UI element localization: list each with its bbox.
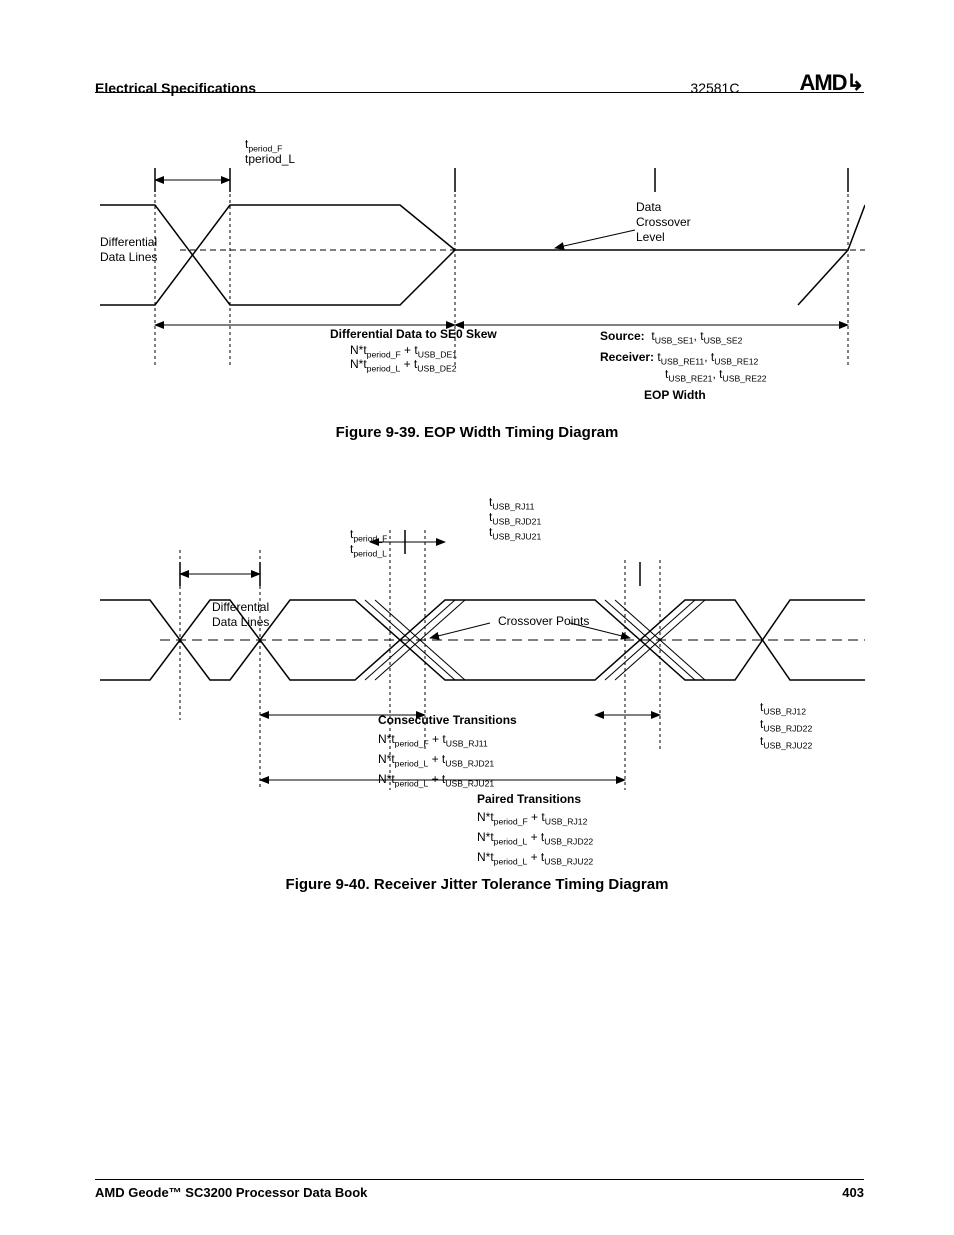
paired-2: N*tperiod_L + tUSB_RJD22	[477, 830, 593, 847]
top-j3: tUSB_RJU21	[489, 525, 541, 542]
paired-title: Paired Transitions	[477, 792, 581, 807]
right-j3: tUSB_RJU22	[760, 734, 812, 751]
tperiod-l-label: tperiod_L	[245, 152, 295, 167]
right-j1: tUSB_RJ12	[760, 700, 806, 717]
footer-book: AMD Geode™ SC3200 Processor Data Book	[95, 1185, 367, 1200]
receiver-label: Receiver: tUSB_RE11, tUSB_RE12	[600, 350, 758, 367]
diff-lines-label: Differential Data Lines	[100, 235, 157, 265]
cons-title: Consecutive Transitions	[378, 713, 517, 728]
tperiod2-l: tperiod_L	[350, 542, 387, 559]
skew-title: Differential Data to SE0 Skew	[330, 327, 497, 342]
source-label: Source: tUSB_SE1, tUSB_SE2	[600, 329, 742, 346]
page-footer: AMD Geode™ SC3200 Processor Data Book 40…	[95, 1185, 864, 1200]
header-rule	[95, 92, 864, 93]
section-title: Electrical Specifications	[95, 80, 256, 96]
cons-1: N*tperiod_F + tUSB_RJ11	[378, 732, 488, 749]
fig-40-caption: Figure 9-40. Receiver Jitter Tolerance T…	[0, 876, 954, 893]
crossover-level-label: Data Crossover Level	[636, 200, 691, 245]
paired-3: N*tperiod_L + tUSB_RJU22	[477, 850, 593, 867]
cons-3: N*tperiod_L + tUSB_RJU21	[378, 772, 494, 789]
doc-number: 32581C	[690, 80, 739, 96]
skew-line-2: N*tperiod_L + tUSB_DE2	[350, 357, 457, 374]
paired-1: N*tperiod_F + tUSB_RJ12	[477, 810, 587, 827]
receiver-label-2: tUSB_RE21, tUSB_RE22	[665, 367, 767, 384]
footer-rule	[95, 1179, 864, 1180]
cons-2: N*tperiod_L + tUSB_RJD21	[378, 752, 494, 769]
diff-lines-2: Differential Data Lines	[212, 600, 269, 630]
eop-width-label: EOP Width	[644, 388, 706, 403]
right-j2: tUSB_RJD22	[760, 717, 812, 734]
footer-page: 403	[842, 1185, 864, 1200]
crossover-points-label: Crossover Points	[498, 614, 589, 629]
fig-39-caption: Figure 9-39. EOP Width Timing Diagram	[0, 424, 954, 441]
